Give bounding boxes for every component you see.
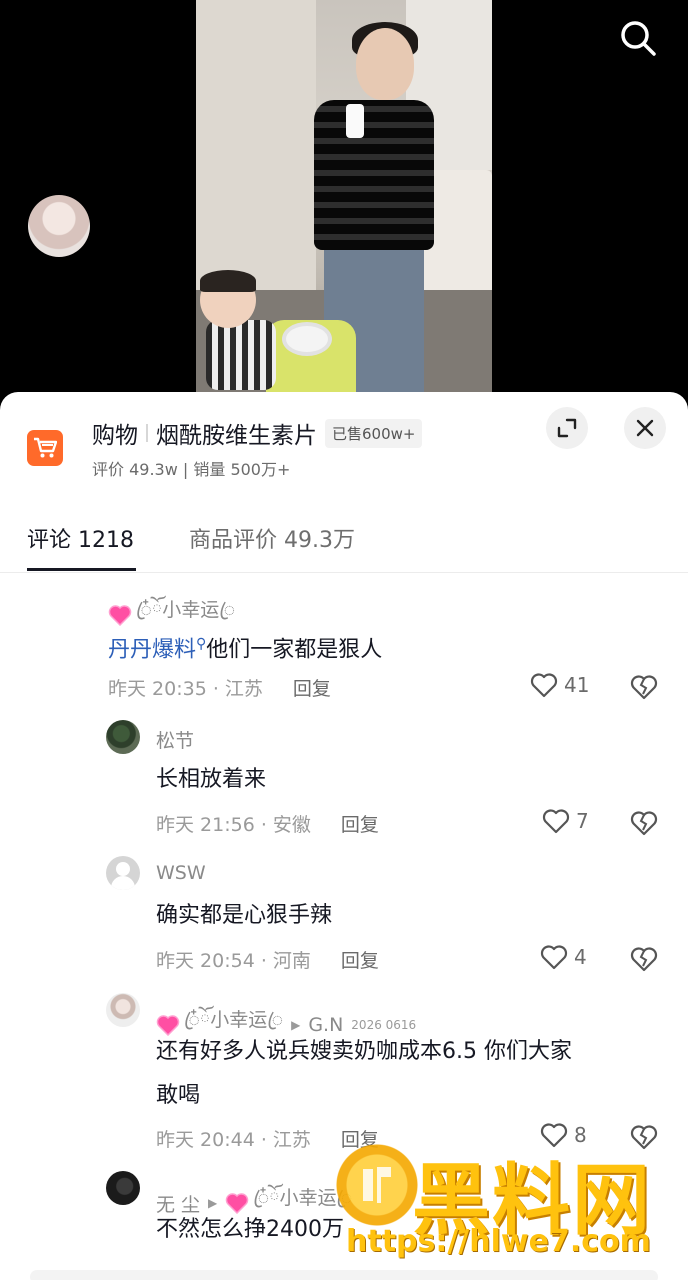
heart-outline-icon [530, 673, 558, 698]
comment-meta: 昨天 20:44 · 江苏 回复 [156, 1125, 379, 1152]
avatar[interactable] [106, 856, 140, 890]
like-count: 4 [574, 945, 587, 969]
like-count: 7 [576, 809, 589, 833]
close-icon [636, 419, 654, 437]
broken-heart-icon[interactable] [630, 945, 658, 973]
comment-text: 长相放着来 [156, 767, 267, 792]
comment-time: 昨天 20:54 · 河南 [156, 950, 311, 972]
expand-icon [557, 418, 577, 438]
avatar[interactable] [106, 993, 140, 1027]
comment-time: 昨天 20:35 · 江苏 [108, 678, 263, 700]
comment-time: 昨天 20:44 · 江苏 [156, 1129, 311, 1151]
comment-time: 昨天 21:56 · 安徽 [156, 814, 311, 836]
broken-heart-icon[interactable] [630, 673, 658, 701]
comment-text: 丹丹爆料⚲他们一家都是狠人 [108, 622, 382, 672]
sold-badge: 已售600w+ [325, 418, 423, 448]
comment-meta: 昨天 20:35 · 江苏 回复 [108, 674, 331, 701]
avatar[interactable] [106, 1171, 140, 1205]
shopping-cart-icon [27, 430, 63, 466]
comment-input-bar[interactable] [30, 1270, 658, 1280]
username-text: WSW [156, 862, 206, 884]
tab-indicator [27, 568, 136, 571]
product-title: 购物 烟酰胺维生素片 已售600w+ [92, 416, 423, 450]
product-card[interactable]: 购物 烟酰胺维生素片 已售600w+ 评价 49.3w | 销量 500万+ [0, 392, 688, 502]
comment-username[interactable]: 松节 [156, 726, 194, 753]
mention-link[interactable]: 丹丹爆料 [108, 637, 196, 662]
comment-meta: 昨天 20:54 · 河南 回复 [156, 946, 379, 973]
close-button[interactable] [624, 407, 666, 449]
watermark-url: https://hlwe7.com [346, 1224, 651, 1259]
mention-search-icon: ⚲ [196, 636, 207, 652]
product-name: 烟酰胺维生素片 [156, 423, 317, 449]
title-divider [146, 424, 148, 442]
comment-username[interactable]: WSW [156, 862, 206, 884]
reply-button[interactable]: 回复 [341, 810, 379, 837]
search-icon[interactable] [616, 16, 660, 60]
avatar[interactable] [106, 720, 140, 754]
comment-text-line1: 还有好多人说兵嫂卖奶咖成本6.5 你们大家 [156, 1039, 572, 1064]
like-count: 41 [564, 673, 590, 697]
avatar[interactable] [28, 195, 90, 257]
video-player[interactable] [0, 0, 688, 400]
comment-meta: 昨天 21:56 · 安徽 回复 [156, 810, 379, 837]
reply-button[interactable]: 回复 [341, 946, 379, 973]
username-text: 松节 [156, 730, 195, 752]
product-category: 购物 [92, 423, 138, 449]
like-button[interactable]: 4 [540, 944, 587, 970]
product-stats: 评价 49.3w | 销量 500万+ [92, 460, 291, 479]
comment-text-line2: 敢喝 [156, 1083, 201, 1108]
expand-button[interactable] [546, 407, 588, 449]
comment-text: 确实都是心狠手辣 [156, 903, 333, 928]
video-frame [196, 0, 492, 400]
watermark-logo-icon [336, 1144, 418, 1226]
comment-text: 不然怎么挣2400万 [156, 1217, 344, 1242]
divider [0, 572, 688, 573]
like-button[interactable]: 41 [530, 672, 589, 698]
heart-outline-icon [540, 945, 568, 970]
tab-reviews[interactable]: 商品评价 49.3万 [189, 522, 355, 554]
tab-comments[interactable]: 评论 1218 [27, 522, 134, 554]
tab-bar: 评论 1218 商品评价 49.3万 [0, 510, 688, 572]
like-button[interactable]: 7 [542, 808, 589, 834]
comment-body: 他们一家都是狠人 [206, 637, 383, 663]
reply-button[interactable]: 回复 [293, 674, 331, 701]
heart-outline-icon [542, 809, 570, 834]
broken-heart-icon[interactable] [630, 809, 658, 837]
